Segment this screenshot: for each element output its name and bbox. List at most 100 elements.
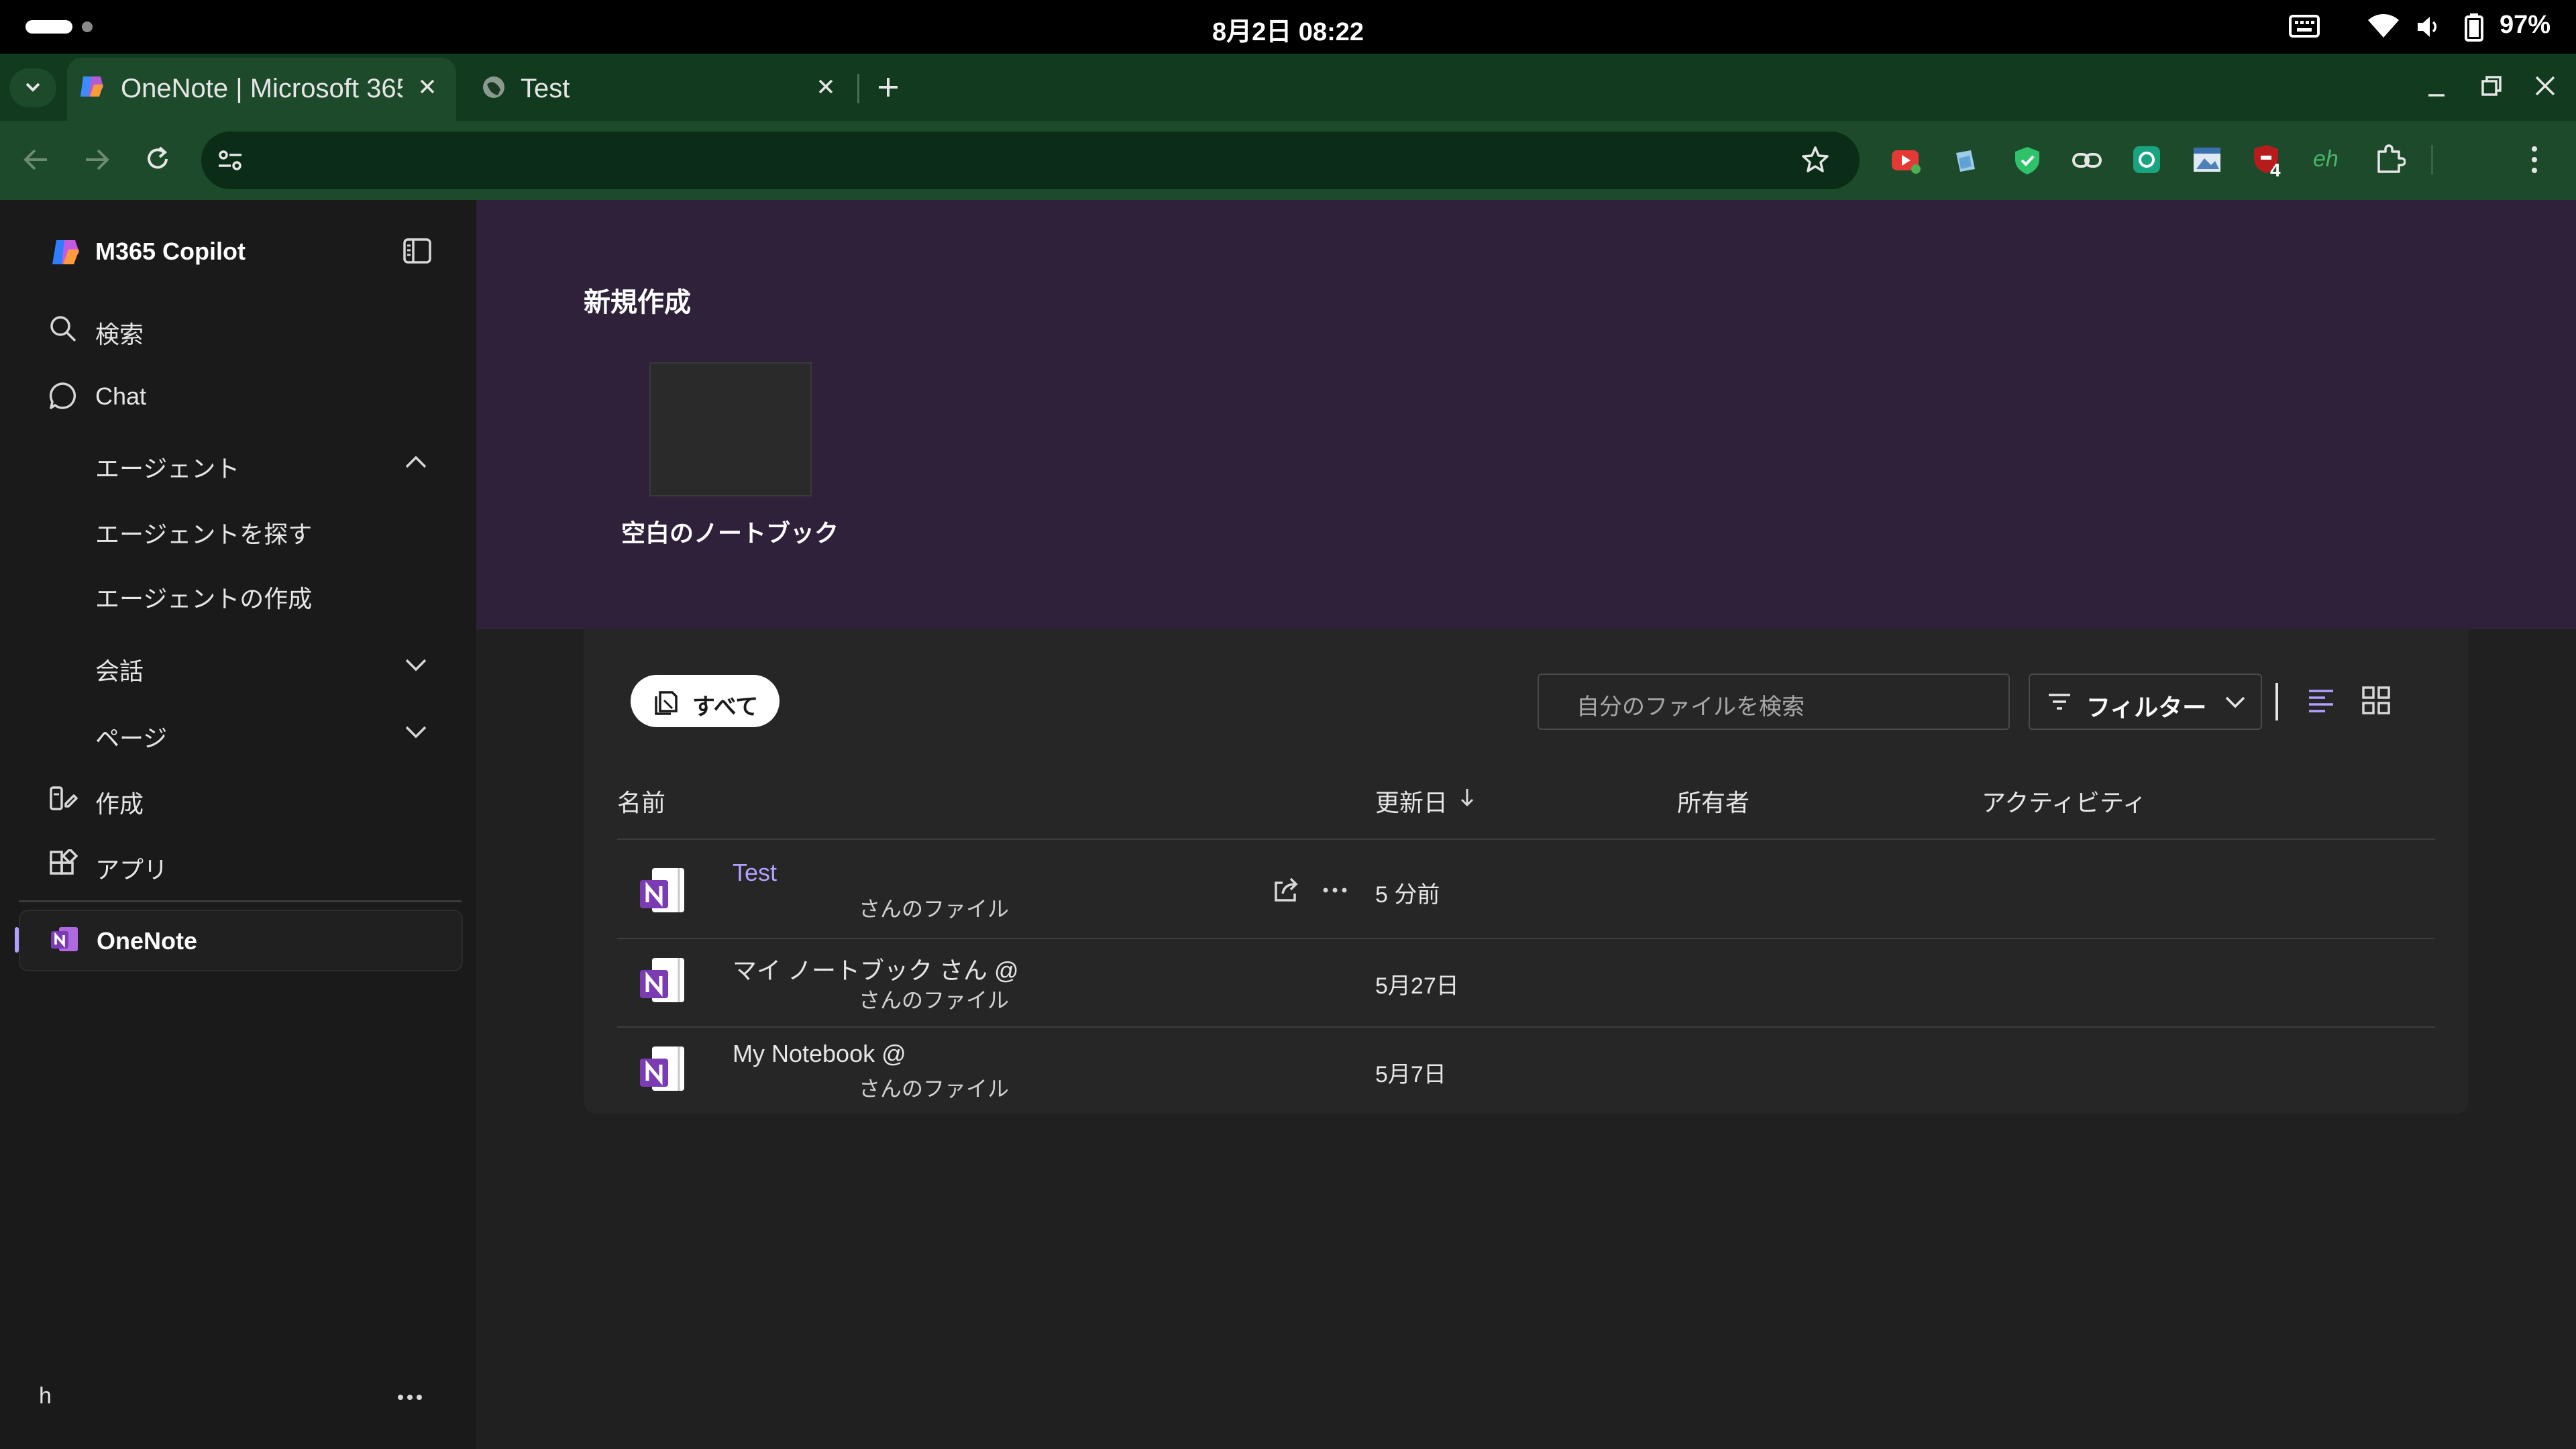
address-bar[interactable]	[201, 131, 1860, 189]
sidebar-item-onenote[interactable]: OneNote	[19, 910, 463, 971]
link-extension-icon[interactable]	[2072, 148, 2102, 173]
sidebar-divider	[19, 900, 462, 902]
sidebar-item-create-agent[interactable]: エージェントの作成	[19, 565, 455, 621]
more-options-icon[interactable]	[397, 1394, 423, 1401]
forward-button[interactable]	[83, 148, 110, 172]
sidebar-item-apps[interactable]: アプリ	[19, 836, 455, 892]
onenote-file-icon	[637, 865, 688, 916]
column-modified[interactable]: 更新日	[1375, 784, 1448, 818]
filter-dropdown[interactable]: フィルター	[2029, 674, 2262, 730]
battery-percent: 97%	[2499, 11, 2551, 39]
tab-test[interactable]: Test	[470, 58, 852, 121]
apps-grid-icon	[48, 849, 78, 879]
image-extension-icon[interactable]	[2192, 145, 2222, 174]
youtube-extension-icon[interactable]	[1890, 146, 1921, 174]
list-view-icon[interactable]	[2306, 687, 2336, 714]
ublock-extension-icon[interactable]: 4	[2251, 144, 2285, 180]
sidebar-item-pages[interactable]: ページ	[19, 704, 455, 761]
tab-divider	[857, 74, 859, 103]
shield-extension-icon[interactable]	[2012, 145, 2042, 176]
share-icon[interactable]	[1272, 876, 1301, 903]
table-row[interactable]: マイ ノートブック さん @ さんのファイル 5月27日	[617, 939, 2435, 1026]
chatgpt-extension-icon[interactable]	[2132, 145, 2161, 174]
eh-extension-icon[interactable]: eh	[2313, 146, 2339, 172]
column-name[interactable]: 名前	[617, 784, 665, 818]
sort-down-arrow-icon[interactable]	[1460, 788, 1474, 808]
file-title[interactable]: My Notebook @	[733, 1040, 906, 1068]
file-owner-subtitle: さんのファイル	[859, 1077, 1010, 1101]
sidebar-item-label: 検索	[95, 321, 144, 348]
keyboard-icon	[2289, 15, 2320, 38]
user-initial[interactable]: h	[39, 1383, 52, 1409]
sidebar-item-label: エージェント	[95, 455, 240, 482]
status-clock: 8月2日 08:22	[1212, 18, 1364, 46]
app-sidebar: M365 Copilot 検索 Chat エージェント エージェントを探す エー…	[0, 200, 476, 1449]
minimize-button[interactable]	[2424, 75, 2449, 99]
files-stack-icon	[652, 688, 680, 715]
sidebar-item-create[interactable]: 作成	[19, 770, 455, 826]
extension-badge: 4	[2270, 160, 2281, 180]
filter-all-pill[interactable]: すべて	[631, 675, 780, 727]
search-icon	[48, 314, 78, 343]
chevron-up-icon	[404, 453, 428, 470]
chat-bubble-icon	[48, 381, 78, 411]
sidebar-item-search[interactable]: 検索	[19, 301, 455, 357]
sidebar-item-chat[interactable]: Chat	[19, 368, 455, 424]
new-tab-button[interactable]	[876, 75, 900, 99]
close-tab-icon[interactable]	[417, 76, 437, 97]
grid-view-icon[interactable]	[2361, 686, 2391, 715]
files-panel: すべて 自分のファイルを検索 フィルター 名前 更新日 所有者 アクティビティ …	[584, 629, 2469, 1114]
sidebar-item-conversations[interactable]: 会話	[19, 637, 455, 694]
column-owner[interactable]: 所有者	[1677, 784, 1750, 818]
table-row[interactable]: Test さんのファイル 5 分前	[617, 840, 2435, 938]
more-actions-icon[interactable]	[1323, 887, 1347, 894]
sidebar-item-label: Chat	[95, 382, 147, 410]
volume-icon	[2415, 13, 2442, 40]
filter-icon	[2046, 691, 2073, 712]
tab-title: Test	[521, 74, 570, 103]
search-placeholder: 自分のファイルを検索	[1576, 694, 1805, 720]
close-window-button[interactable]	[2533, 74, 2557, 98]
back-button[interactable]	[23, 148, 50, 172]
sidebar-item-find-agents[interactable]: エージェントを探す	[19, 500, 455, 557]
table-row[interactable]: My Notebook @ さんのファイル 5月7日	[617, 1028, 2435, 1114]
column-activity[interactable]: アクティビティ	[1982, 784, 2147, 818]
blank-notebook-label[interactable]: 空白のノートブック	[610, 514, 849, 549]
sidebar-item-label: エージェントを探す	[95, 521, 313, 548]
sidebar-item-agents[interactable]: エージェント	[19, 435, 455, 491]
sidebar-item-label: ページ	[95, 724, 168, 752]
file-owner-subtitle: さんのファイル	[859, 988, 1010, 1012]
file-search-input[interactable]: 自分のファイルを検索	[1538, 674, 2010, 730]
browser-menu-icon[interactable]	[2529, 145, 2540, 174]
sidebar-item-label: 会話	[95, 657, 144, 685]
chevron-down-icon	[404, 657, 428, 674]
sidebar-item-label: エージェントの作成	[95, 585, 313, 612]
tab-search-button[interactable]	[9, 68, 56, 107]
file-title[interactable]: マイ ノートブック さん @	[733, 951, 1019, 986]
reload-button[interactable]	[144, 145, 172, 173]
toolbar-divider	[2431, 145, 2433, 174]
translate-extension-icon[interactable]	[1951, 146, 1980, 176]
create-new-section: 新規作成 空白のノートブック	[476, 200, 2576, 629]
file-title[interactable]: Test	[733, 859, 777, 887]
active-indicator	[15, 927, 19, 953]
site-settings-icon[interactable]	[216, 146, 244, 174]
m365-copilot-logo-icon	[50, 236, 82, 268]
restore-button[interactable]	[2479, 74, 2504, 98]
onenote-icon	[50, 924, 79, 954]
create-icon	[48, 784, 78, 813]
view-divider	[2275, 683, 2278, 720]
chevron-down-icon	[25, 81, 41, 93]
tab-onenote[interactable]: OneNote | Microsoft 365	[67, 58, 456, 121]
chevron-down-icon	[404, 724, 428, 741]
system-status-bar: 8月2日 08:22 97%	[0, 0, 2576, 54]
onenote-file-icon	[637, 955, 688, 1006]
extensions-puzzle-icon[interactable]	[2375, 144, 2406, 174]
wifi-icon	[2367, 12, 2400, 40]
blank-notebook-thumbnail[interactable]	[649, 362, 812, 496]
onenote-file-icon	[637, 1044, 688, 1095]
bookmark-star-icon[interactable]	[1801, 145, 1830, 174]
close-tab-icon[interactable]	[816, 76, 836, 97]
collapse-sidebar-icon[interactable]	[402, 236, 432, 266]
sidebar-item-label: アプリ	[95, 856, 168, 883]
